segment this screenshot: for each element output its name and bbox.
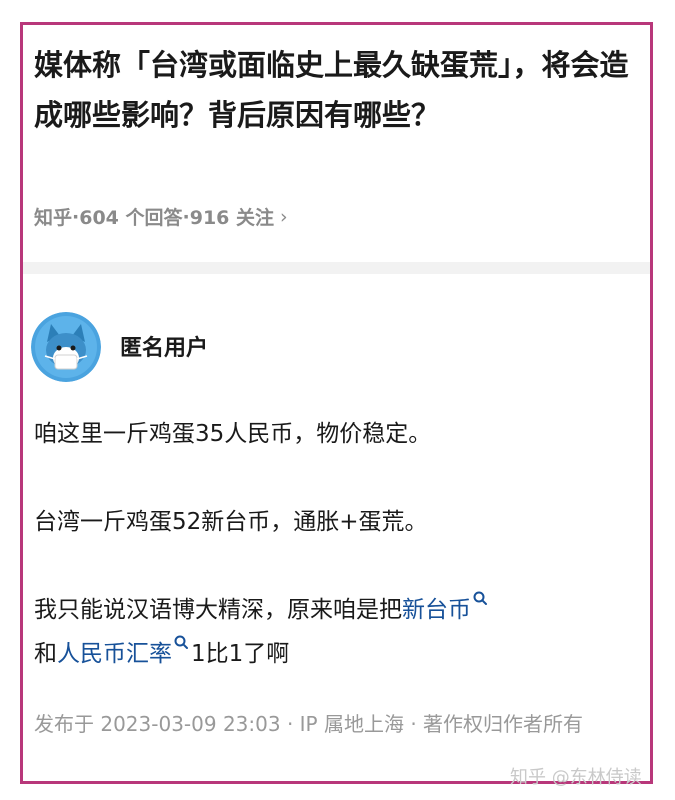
answer-footer: 发布于 2023-03-09 23:03 · IP 属地上海 · 著作权归作者所… [34, 712, 584, 736]
paragraph-text: 我只能说汉语博大精深，原来咱是把 [34, 597, 402, 623]
meta-source: 知乎 [34, 207, 73, 229]
paragraph-text: 和 [34, 641, 57, 667]
section-divider [23, 262, 650, 274]
question-meta[interactable]: 知乎 · 604 个回答 · 916 关注 › [34, 203, 288, 230]
meta-followers-count: 916 关注 [189, 207, 275, 229]
paragraph-text: 1比1了啊 [191, 641, 290, 667]
meta-answers-count: 604 个回答 [79, 207, 183, 229]
answer-paragraph-2: 台湾一斤鸡蛋52新台币，通胀+蛋荒。 [34, 509, 428, 535]
question-title[interactable]: 媒体称「台湾或面临史上最久缺蛋荒」，将会造成哪些影响？背后原因有哪些？ [34, 40, 644, 140]
author-avatar[interactable] [31, 312, 101, 382]
chevron-right-icon: › [280, 205, 288, 228]
search-icon[interactable] [472, 590, 490, 608]
anonymous-fox-avatar-icon [31, 312, 101, 382]
answer-paragraph-3: 我只能说汉语博大精深，原来咱是把新台币和人民币汇率 1比1了啊 [34, 588, 649, 676]
meta-separator: · [72, 205, 80, 228]
link-rmb-exchange-rate[interactable]: 人民币汇率 [57, 641, 172, 667]
answer-paragraph-1: 咱这里一斤鸡蛋35人民币，物价稳定。 [34, 421, 432, 447]
search-icon[interactable] [173, 634, 191, 652]
watermark: 知乎 @东林侍读 [510, 767, 642, 788]
link-new-taiwan-dollar[interactable]: 新台币 [402, 597, 471, 623]
meta-separator: · [182, 205, 190, 228]
author-name[interactable]: 匿名用户 [120, 330, 208, 362]
